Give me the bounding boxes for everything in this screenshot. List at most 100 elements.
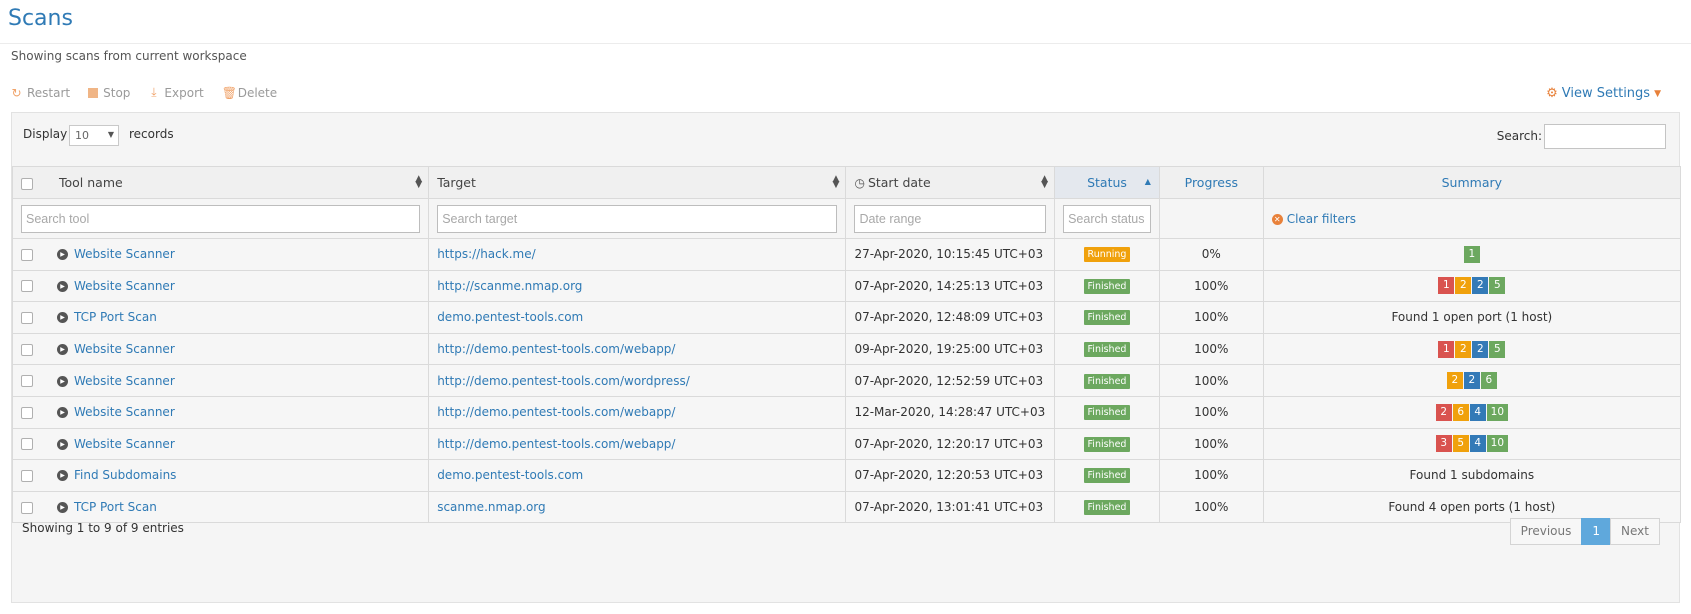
page-subtitle: Showing scans from current workspace [11, 49, 247, 63]
severity-count-badge[interactable]: 1 [1463, 245, 1480, 263]
play-circle-icon[interactable]: ▶ [57, 344, 68, 356]
select-all-checkbox[interactable] [21, 177, 33, 190]
target-link[interactable]: http://demo.pentest-tools.com/webapp/ [437, 437, 675, 451]
target-link[interactable]: https://hack.me/ [437, 247, 535, 261]
status-cell: Finished [1054, 332, 1160, 366]
restart-button[interactable]: ↻ Restart [11, 85, 70, 100]
row-checkbox[interactable] [21, 343, 33, 356]
severity-count-badge[interactable]: 5 [1452, 435, 1469, 453]
tool-name-link[interactable]: TCP Port Scan [74, 500, 157, 514]
column-header-tool-name[interactable]: Tool name ▲ ▼ [11, 166, 430, 199]
progress-header-label: Progress [1184, 175, 1238, 190]
severity-count-badge[interactable]: 2 [1455, 277, 1472, 295]
filter-cell-progress [1158, 198, 1264, 239]
tool-name-link[interactable]: Website Scanner [74, 374, 175, 388]
severity-count-badge[interactable]: 4 [1469, 435, 1486, 453]
severity-count-badge[interactable]: 2 [1472, 340, 1489, 358]
severity-count-badge[interactable]: 1 [1438, 340, 1455, 358]
page-button-1[interactable]: 1 [1581, 518, 1612, 545]
target-link[interactable]: demo.pentest-tools.com [437, 310, 583, 324]
tool-name-link[interactable]: Website Scanner [74, 247, 175, 261]
view-settings-button[interactable]: ⚙ View Settings ▼ [1546, 86, 1661, 101]
summary-text: Found 1 subdomains [1409, 468, 1535, 483]
severity-count-badge[interactable]: 4 [1469, 403, 1486, 421]
previous-page-button[interactable]: Previous [1509, 518, 1583, 545]
severity-count-badge[interactable]: 1 [1438, 277, 1455, 295]
severity-count-badge[interactable]: 5 [1489, 277, 1506, 295]
target-link[interactable]: http://scanme.nmap.org [437, 279, 582, 293]
row-checkbox[interactable] [21, 248, 33, 261]
filter-cell-status [1054, 198, 1160, 239]
severity-count-badge[interactable]: 6 [1480, 372, 1497, 390]
severity-count-badge[interactable]: 2 [1446, 372, 1463, 390]
status-cell: Finished [1054, 269, 1160, 303]
severity-count-badge[interactable]: 2 [1435, 403, 1452, 421]
row-checkbox[interactable] [21, 501, 33, 514]
next-page-button[interactable]: Next [1610, 518, 1660, 545]
target-cell: demo.pentest-tools.com [428, 459, 847, 492]
search-input[interactable] [1544, 124, 1666, 149]
target-link[interactable]: http://demo.pentest-tools.com/webapp/ [437, 405, 675, 419]
tool-cell: ▶ Website Scanner [11, 364, 430, 397]
table-row: ▶ TCP Port Scan scanme.nmap.org 07-Apr-2020… [11, 490, 1682, 524]
severity-count-badge[interactable]: 5 [1489, 340, 1506, 358]
progress-cell: 0% [1158, 238, 1264, 271]
row-checkbox[interactable] [21, 311, 33, 324]
table-row: ▶ Website Scanner http://demo.pentest-tool… [11, 395, 1682, 429]
severity-count-badge[interactable]: 2 [1472, 277, 1489, 295]
column-header-target[interactable]: Target ▲ ▼ [428, 166, 847, 199]
play-circle-icon[interactable]: ▶ [57, 249, 68, 261]
target-cell: demo.pentest-tools.com [428, 301, 847, 334]
summary-cell: 2 6 4 10 [1262, 395, 1682, 429]
row-checkbox[interactable] [21, 438, 33, 451]
table-controls: Display 10 ▼ records Search: [12, 113, 1679, 166]
play-circle-icon[interactable]: ▶ [57, 470, 68, 482]
status-badge: Finished [1083, 373, 1131, 389]
search-target-input[interactable] [437, 204, 838, 233]
row-checkbox[interactable] [21, 375, 33, 388]
tool-name-link[interactable]: Website Scanner [74, 405, 175, 419]
column-header-progress[interactable]: Progress [1158, 166, 1264, 199]
status-badge: Finished [1083, 310, 1131, 326]
target-link[interactable]: http://demo.pentest-tools.com/wordpress/ [437, 374, 690, 388]
target-link[interactable]: scanme.nmap.org [437, 500, 545, 514]
clock-icon: ◷ [854, 176, 865, 190]
target-link[interactable]: http://demo.pentest-tools.com/webapp/ [437, 342, 675, 356]
tool-name-link[interactable]: Find Subdomains [74, 468, 176, 482]
clear-filters-button[interactable]: ✕ Clear filters [1271, 212, 1356, 226]
delete-button[interactable]: 🗑 Delete [222, 85, 277, 100]
tool-name-link[interactable]: Website Scanner [74, 437, 175, 451]
severity-count-badge[interactable]: 2 [1463, 372, 1480, 390]
tool-name-link[interactable]: Website Scanner [74, 342, 175, 356]
play-circle-icon[interactable]: ▶ [57, 502, 68, 514]
column-header-summary[interactable]: Summary [1262, 166, 1682, 199]
search-status-input[interactable] [1063, 204, 1151, 233]
tool-name-link[interactable]: TCP Port Scan [74, 310, 157, 324]
severity-count-badge[interactable]: 6 [1452, 403, 1469, 421]
play-circle-icon[interactable]: ▶ [57, 375, 68, 387]
target-cell: http://demo.pentest-tools.com/webapp/ [428, 332, 847, 366]
play-circle-icon[interactable]: ▶ [57, 280, 68, 292]
page-size-select[interactable]: 10 ▼ [69, 125, 119, 146]
play-circle-icon[interactable]: ▶ [57, 312, 68, 324]
play-circle-icon[interactable]: ▶ [57, 438, 68, 450]
severity-count-badge[interactable]: 2 [1455, 340, 1472, 358]
severity-count-badge[interactable]: 10 [1486, 435, 1509, 453]
vulnerability-summary: 1225 [1438, 340, 1506, 358]
severity-count-badge[interactable]: 3 [1435, 435, 1452, 453]
row-checkbox[interactable] [21, 469, 33, 482]
row-checkbox[interactable] [21, 280, 33, 293]
play-circle-icon[interactable]: ▶ [57, 407, 68, 419]
target-link[interactable]: demo.pentest-tools.com [437, 468, 583, 482]
row-checkbox[interactable] [21, 406, 33, 419]
column-header-start-date[interactable]: ◷ Start date ▲ ▼ [845, 166, 1056, 199]
column-header-status[interactable]: Status ▲ [1054, 166, 1160, 199]
search-tool-input[interactable] [21, 204, 421, 233]
severity-count-badge[interactable]: 10 [1486, 403, 1509, 421]
stop-button[interactable]: Stop [88, 85, 130, 100]
export-button[interactable]: ⤓ Export [148, 85, 203, 100]
stop-label: Stop [103, 85, 131, 100]
date-range-input[interactable] [854, 204, 1047, 233]
tool-name-link[interactable]: Website Scanner [74, 279, 175, 293]
sort-icon: ▲ ▼ [832, 174, 840, 190]
